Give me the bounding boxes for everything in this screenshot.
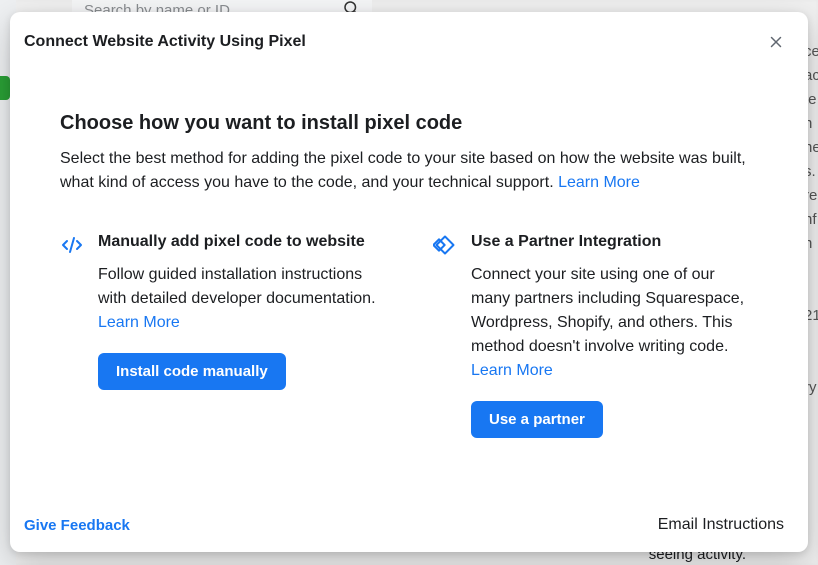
option-manual: Manually add pixel code to website Follo… <box>60 231 385 438</box>
pixel-install-modal: Connect Website Activity Using Pixel Cho… <box>10 12 808 552</box>
option-manual-title: Manually add pixel code to website <box>98 231 385 253</box>
install-code-manually-button[interactable]: Install code manually <box>98 353 286 390</box>
modal-footer: Give Feedback Email Instructions <box>10 502 808 552</box>
modal-header: Connect Website Activity Using Pixel <box>10 12 808 68</box>
option-partner-title: Use a Partner Integration <box>471 231 758 253</box>
give-feedback-link[interactable]: Give Feedback <box>24 517 130 534</box>
option-manual-desc-text: Follow guided installation instructions … <box>98 266 376 307</box>
partner-icon <box>433 231 457 438</box>
section-description: Select the best method for adding the pi… <box>60 147 758 195</box>
option-manual-learn-more-link[interactable]: Learn More <box>98 314 180 331</box>
option-manual-content: Manually add pixel code to website Follo… <box>98 231 385 438</box>
option-partner-learn-more-link[interactable]: Learn More <box>471 362 553 379</box>
email-instructions-link[interactable]: Email Instructions <box>658 516 784 534</box>
modal-body: Choose how you want to install pixel cod… <box>10 68 808 502</box>
option-partner-content: Use a Partner Integration Connect your s… <box>471 231 758 438</box>
background-green-indicator <box>0 76 10 100</box>
close-icon <box>767 33 785 51</box>
option-manual-description: Follow guided installation instructions … <box>98 263 385 335</box>
section-heading: Choose how you want to install pixel cod… <box>60 112 758 135</box>
use-a-partner-button[interactable]: Use a partner <box>471 401 603 438</box>
code-icon <box>60 231 84 438</box>
install-options: Manually add pixel code to website Follo… <box>60 231 758 438</box>
option-partner-desc-text: Connect your site using one of our many … <box>471 266 744 355</box>
option-partner-description: Connect your site using one of our many … <box>471 263 758 383</box>
option-partner: Use a Partner Integration Connect your s… <box>433 231 758 438</box>
section-description-text: Select the best method for adding the pi… <box>60 150 746 191</box>
modal-title: Connect Website Activity Using Pixel <box>24 33 306 51</box>
learn-more-link[interactable]: Learn More <box>558 174 640 191</box>
close-button[interactable] <box>762 28 790 56</box>
